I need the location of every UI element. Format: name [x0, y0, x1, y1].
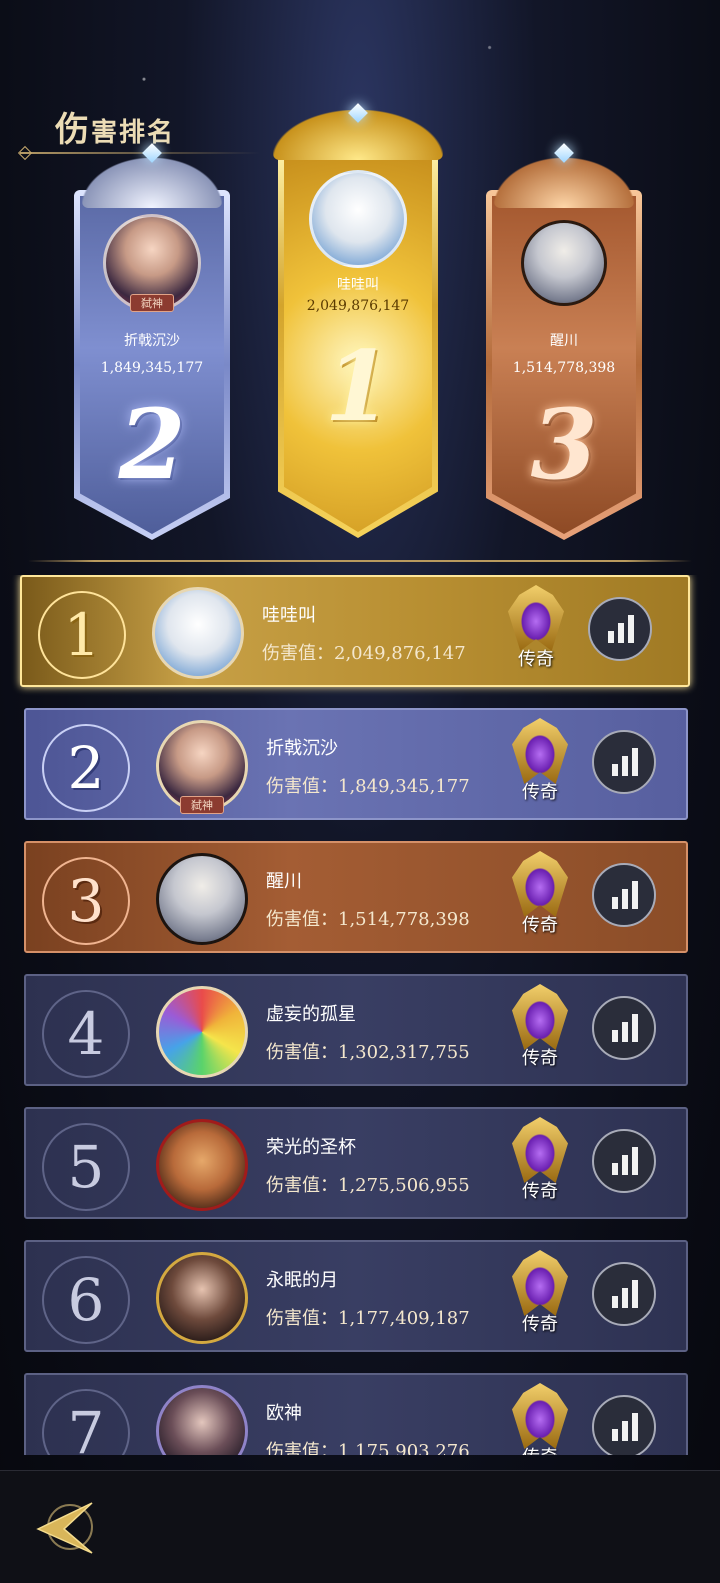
rank-badge: 7	[42, 1389, 130, 1455]
rank-badge: 6	[42, 1256, 130, 1344]
player-name: 荣光的圣杯	[266, 1137, 356, 1158]
legend-emblem-icon	[512, 851, 568, 917]
title-first-char: 伤	[55, 110, 91, 150]
avatar[interactable]	[156, 986, 248, 1078]
ranking-row-2[interactable]: 2 弑神 折戟沉沙 伤害值：1,849,345,177 传奇	[24, 708, 688, 820]
back-arrow-icon	[36, 1502, 93, 1554]
legend-badge: 传奇	[504, 1383, 576, 1455]
legend-badge: 传奇	[504, 1117, 576, 1209]
back-button[interactable]	[34, 1497, 100, 1557]
ranking-row-5[interactable]: 5 荣光的圣杯 伤害值：1,275,506,955 传奇	[24, 1107, 688, 1219]
stats-button[interactable]	[592, 996, 656, 1060]
stats-button[interactable]	[592, 1395, 656, 1455]
player-name: 折戟沉沙	[266, 738, 338, 759]
player-name: 折戟沉沙	[124, 333, 180, 349]
page-title: 伤害排名	[55, 102, 175, 151]
avatar[interactable]	[156, 1119, 248, 1211]
title-tag: 弑神	[180, 796, 224, 814]
rank-badge: 5	[42, 1123, 130, 1211]
player-score: 2,049,876,147	[306, 298, 410, 314]
ranking-row-6[interactable]: 6 永眠的月 伤害值：1,177,409,187 传奇	[24, 1240, 688, 1352]
rank-badge: 4	[42, 990, 130, 1078]
avatar[interactable]	[309, 170, 407, 268]
avatar[interactable]	[156, 1252, 248, 1344]
damage-value: 伤害值：1,849,345,177	[266, 776, 470, 797]
player-name: 欧神	[266, 1403, 302, 1424]
rank-number: 3	[530, 388, 598, 501]
rank-badge: 2	[42, 724, 130, 812]
badge-label: 传奇	[518, 649, 554, 670]
avatar[interactable]	[152, 587, 244, 679]
player-name: 醒川	[266, 871, 302, 892]
badge-label: 传奇	[504, 1443, 576, 1455]
legend-badge: 传奇	[504, 1250, 576, 1342]
ranking-row-3[interactable]: 3 醒川 伤害值：1,514,778,398 传奇	[24, 841, 688, 953]
stats-button[interactable]	[588, 597, 652, 661]
bar-chart-icon	[608, 615, 636, 643]
player-name: 虚妄的孤星	[266, 1004, 356, 1025]
player-score: 1,514,778,398	[512, 360, 616, 376]
legend-emblem-icon	[512, 1250, 568, 1316]
legend-emblem-icon	[512, 984, 568, 1050]
bar-chart-icon	[612, 1147, 640, 1175]
damage-value: 伤害值：1,514,778,398	[266, 909, 470, 930]
badge-label: 传奇	[522, 1048, 558, 1069]
bottom-bar	[0, 1470, 720, 1583]
legend-badge: 传奇	[504, 984, 576, 1076]
avatar[interactable]	[521, 220, 607, 306]
stats-button[interactable]	[592, 730, 656, 794]
stats-button[interactable]	[592, 1129, 656, 1193]
player-name: 哇哇叫	[262, 605, 316, 626]
bar-chart-icon	[612, 1413, 640, 1441]
legend-emblem-icon	[512, 1117, 568, 1183]
damage-value: 伤害值：1,302,317,755	[266, 1042, 470, 1063]
legend-emblem-icon	[512, 1383, 568, 1449]
avatar[interactable]	[156, 853, 248, 945]
bar-chart-icon	[612, 1280, 640, 1308]
bronze-crown-icon	[494, 158, 634, 208]
badge-label: 传奇	[522, 1181, 558, 1202]
ranking-row-7[interactable]: 7 欧神 伤害值：1,175,903,276 传奇	[24, 1373, 688, 1455]
section-divider	[28, 560, 692, 562]
ranking-row-4[interactable]: 4 虚妄的孤星 伤害值：1,302,317,755 传奇	[24, 974, 688, 1086]
damage-value: 伤害值：2,049,876,147	[262, 643, 466, 664]
title-tag: 弑神	[130, 294, 174, 312]
badge-label: 传奇	[522, 1314, 558, 1335]
legend-badge: 传奇	[500, 585, 572, 677]
ranking-list[interactable]: 1 哇哇叫 伤害值：2,049,876,147 传奇 2 弑神 折戟沉沙 伤害值…	[0, 575, 720, 1455]
podium-rank-2[interactable]: 弑神 折戟沉沙 1,849,345,177 2	[74, 143, 230, 540]
badge-label: 传奇	[522, 915, 558, 936]
rank-badge: 3	[42, 857, 130, 945]
legend-badge: 传奇	[504, 851, 576, 943]
badge-label: 传奇	[522, 782, 558, 803]
damage-value: 伤害值：1,177,409,187	[266, 1308, 470, 1329]
avatar[interactable]	[156, 1385, 248, 1455]
stats-button[interactable]	[592, 863, 656, 927]
title-underline	[20, 152, 260, 154]
player-name: 哇哇叫	[337, 277, 379, 293]
bar-chart-icon	[612, 748, 640, 776]
stats-button[interactable]	[592, 1262, 656, 1326]
damage-value: 伤害值：1,175,903,276	[266, 1441, 470, 1455]
silver-crown-icon	[82, 158, 222, 208]
player-score: 1,849,345,177	[100, 360, 204, 376]
bar-chart-icon	[612, 881, 640, 909]
legend-emblem-icon	[508, 585, 564, 651]
bar-chart-icon	[612, 1014, 640, 1042]
rank-number: 1	[324, 330, 392, 443]
rank-badge: 1	[38, 591, 126, 679]
ranking-row-1[interactable]: 1 哇哇叫 伤害值：2,049,876,147 传奇	[20, 575, 690, 687]
player-name: 醒川	[550, 333, 578, 349]
title-rest: 害排名	[91, 118, 176, 148]
podium-rank-1[interactable]: 哇哇叫 2,049,876,147 1	[273, 103, 443, 538]
rank-number: 2	[118, 388, 186, 501]
legend-emblem-icon	[512, 718, 568, 784]
player-name: 永眠的月	[266, 1270, 338, 1291]
legend-badge: 传奇	[504, 718, 576, 810]
podium-rank-3[interactable]: 醒川 1,514,778,398 3	[486, 143, 642, 540]
damage-value: 伤害值：1,275,506,955	[266, 1175, 470, 1196]
